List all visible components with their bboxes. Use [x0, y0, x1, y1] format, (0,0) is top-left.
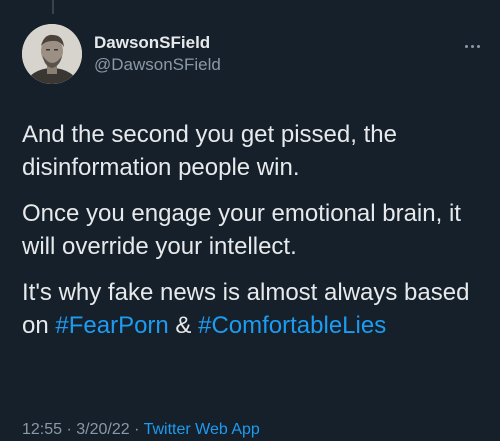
- tweet-header: DawsonSField @DawsonSField: [22, 24, 484, 84]
- more-horizontal-icon: [464, 44, 468, 48]
- meta-separator: ·: [129, 421, 144, 438]
- author-handle[interactable]: @DawsonSField: [94, 54, 221, 76]
- hashtag-link[interactable]: #ComfortableLies: [198, 312, 386, 339]
- author-display-name[interactable]: DawsonSField: [94, 32, 221, 54]
- author-names: DawsonSField @DawsonSField: [94, 32, 221, 76]
- more-options-button[interactable]: [460, 34, 484, 58]
- tweet-time[interactable]: 12:55: [22, 421, 62, 438]
- avatar-portrait-image: [22, 24, 82, 84]
- tweet-paragraph: Once you engage your emotional brain, it…: [22, 200, 461, 260]
- tweet-connector-text: &: [168, 312, 199, 339]
- avatar[interactable]: [22, 24, 82, 84]
- hashtag-link[interactable]: #FearPorn: [55, 312, 168, 339]
- thread-connector-line: [52, 0, 54, 14]
- tweet-text: And the second you get pissed, the disin…: [22, 118, 484, 355]
- meta-separator: ·: [62, 421, 77, 438]
- more-horizontal-icon-dot: [476, 44, 480, 48]
- tweet-paragraph: It's why fake news is almost always base…: [22, 276, 484, 342]
- tweet-metadata: 12:55 · 3/20/22 · Twitter Web App: [22, 420, 260, 440]
- more-horizontal-icon-dot: [470, 44, 474, 48]
- tweet-paragraph: And the second you get pissed, the disin…: [22, 121, 397, 181]
- tweet-source-link[interactable]: Twitter Web App: [144, 421, 260, 438]
- tweet-date[interactable]: 3/20/22: [76, 421, 129, 438]
